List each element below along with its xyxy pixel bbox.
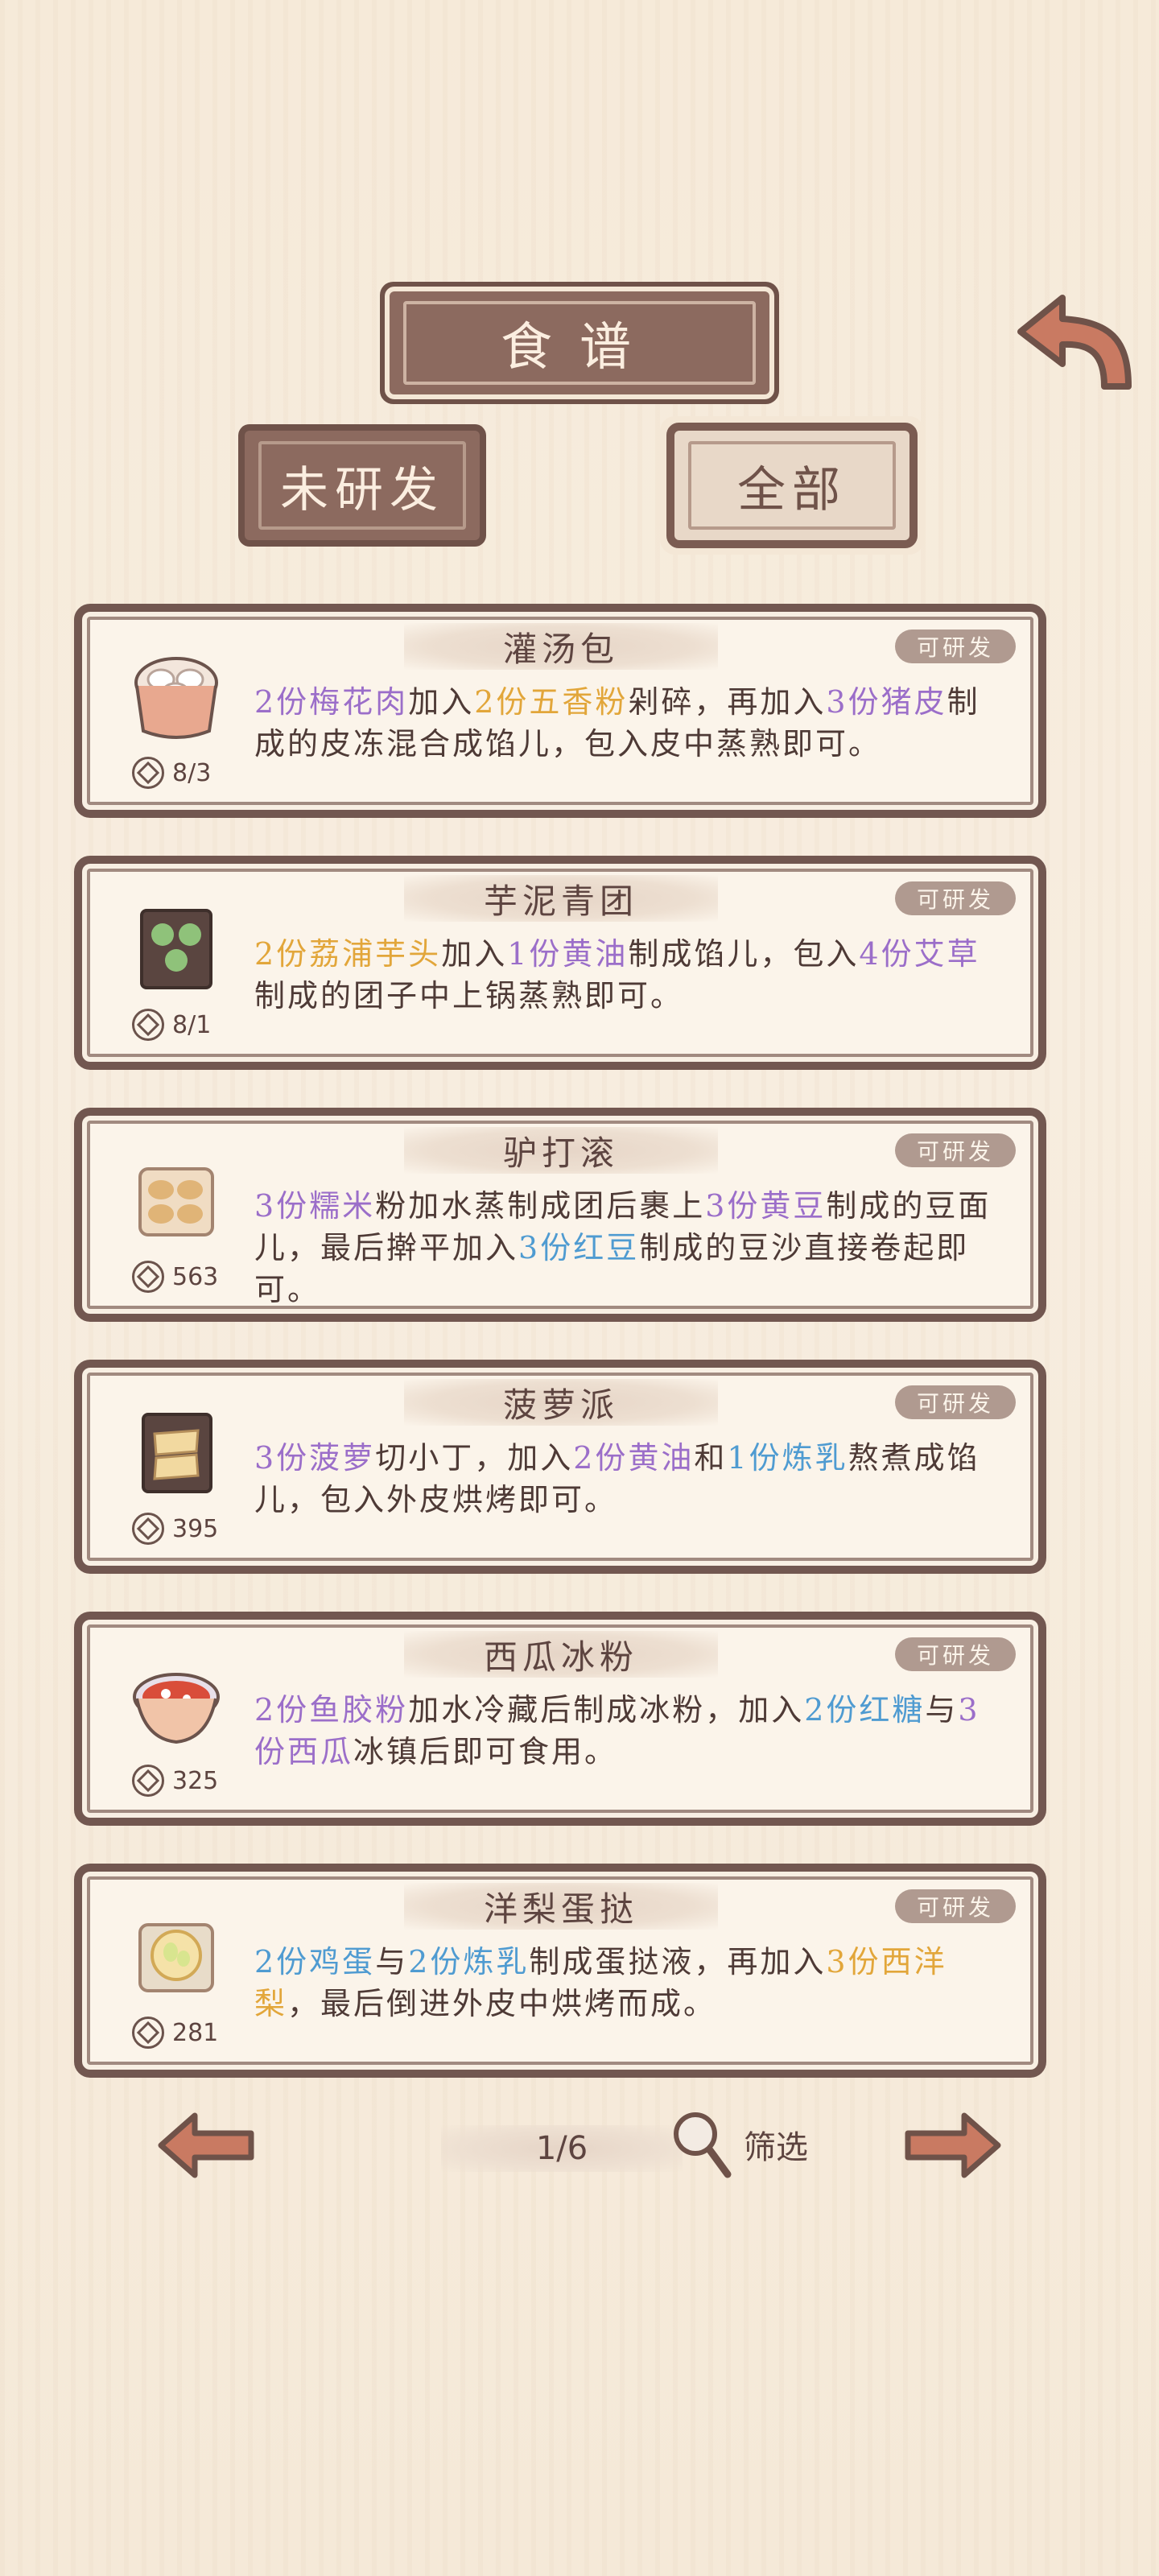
ingredient-text: 2份鸡蛋 [254, 1944, 376, 1979]
page-indicator: 1/6 [441, 2125, 683, 2172]
steamed-bun-basket-icon [134, 657, 218, 739]
description-text: 加水冷藏后制成冰粉，加入 [408, 1692, 805, 1728]
green-rice-ball-plate-icon [140, 909, 212, 989]
recipe-name: 芋泥青团 [404, 875, 718, 922]
description-text: 与 [925, 1692, 959, 1728]
description-text: 与 [375, 1944, 409, 1979]
recipe-card[interactable]: 洋梨蛋挞 可研发 281 2份鸡蛋与2份炼乳制成蛋挞液，再加入3份西洋梨，最后倒进外皮… [74, 1864, 1046, 2078]
recipe-name: 菠萝派 [404, 1379, 718, 1426]
researchable-badge[interactable]: 可研发 [895, 1133, 1016, 1167]
recipe-price: 563 [132, 1257, 218, 1296]
page-title: 食谱 [403, 301, 756, 385]
tab-all-label: 全部 [688, 441, 896, 530]
tab-all[interactable]: 全部 [674, 431, 909, 540]
watermelon-jelly-bowl-icon [133, 1673, 220, 1744]
recipe-price: 325 [132, 1761, 218, 1800]
ingredient-text: 2份荔浦芋头 [254, 936, 442, 972]
description-text: 切小丁，加入 [375, 1440, 574, 1476]
description-text: 冰镇后即可食用。 [353, 1734, 618, 1769]
pear-egg-tart-plate-icon [138, 1923, 214, 1992]
ingredient-text: 2份炼乳 [408, 1944, 530, 1979]
ingredient-text: 2份五香粉 [474, 684, 629, 720]
ingredient-text: 3份黄豆 [705, 1188, 827, 1224]
filter-label: 筛选 [744, 2129, 808, 2166]
researchable-badge[interactable]: 可研发 [895, 630, 1016, 663]
description-text: 加入 [441, 936, 508, 972]
ingredient-text: 1份黄油 [507, 936, 629, 972]
tab-undeveloped[interactable]: 未研发 [245, 431, 480, 540]
price-value: 325 [172, 1766, 219, 1795]
description-text: 制成的团子中上锅蒸熟即可。 [254, 978, 684, 1013]
coin-icon [132, 1261, 164, 1293]
coin-icon [132, 2017, 164, 2049]
researchable-badge[interactable]: 可研发 [895, 1385, 1016, 1419]
ingredient-text: 2份红糖 [804, 1692, 926, 1728]
recipe-description: 2份鸡蛋与2份炼乳制成蛋挞液，再加入3份西洋梨，最后倒进外皮中烘烤而成。 [254, 1941, 1003, 2025]
recipe-description: 2份梅花肉加入2份五香粉剁碎，再加入3份猪皮制成的皮冻混合成馅儿，包入皮中蒸熟即… [254, 681, 1003, 765]
recipe-name: 洋梨蛋挞 [404, 1883, 718, 1930]
ingredient-text: 3份红豆 [518, 1230, 640, 1265]
recipe-name: 灌汤包 [404, 623, 718, 670]
description-text: 制成蛋挞液，再加入 [529, 1944, 827, 1979]
price-value: 8/3 [172, 758, 212, 787]
price-value: 563 [172, 1262, 219, 1291]
recipe-card[interactable]: 芋泥青团 可研发 8/1 2份荔浦芋头加入1份黄油制成馅儿，包入4份艾草制成的团子中上… [74, 856, 1046, 1070]
ingredient-text: 3份猪皮 [826, 684, 947, 720]
prev-page-arrow-icon[interactable] [155, 2109, 259, 2182]
recipe-card[interactable]: 灌汤包 可研发 8/3 2份梅花肉加入2份五香粉剁碎，再加入3份猪皮制成的皮冻混合成馅… [74, 604, 1046, 818]
tab-undeveloped-label: 未研发 [258, 441, 466, 530]
recipe-description: 2份荔浦芋头加入1份黄油制成馅儿，包入4份艾草制成的团子中上锅蒸熟即可。 [254, 933, 1003, 1017]
recipe-description: 3份菠萝切小丁，加入2份黄油和1份炼乳熬煮成馅儿，包入外皮烘烤即可。 [254, 1437, 1003, 1521]
coin-icon [132, 1009, 164, 1041]
coin-icon [132, 1513, 164, 1545]
description-text: 剁碎，再加入 [628, 684, 827, 720]
recipe-price: 8/1 [132, 1005, 211, 1044]
researchable-badge[interactable]: 可研发 [895, 881, 1016, 915]
recipe-description: 2份鱼胶粉加水冷藏后制成冰粉，加入2份红糖与3份西瓜冰镇后即可食用。 [254, 1689, 1003, 1773]
description-text: 加入 [408, 684, 475, 720]
description-text: 和 [694, 1440, 728, 1476]
price-value: 8/1 [172, 1010, 212, 1039]
ingredient-text: 4份艾草 [859, 936, 980, 972]
recipe-name: 驴打滚 [404, 1127, 718, 1174]
coin-icon [132, 1765, 164, 1797]
filter-button[interactable]: 筛选 [670, 2104, 808, 2185]
rolled-bean-cake-icon [138, 1167, 214, 1236]
magnifier-icon [674, 2112, 732, 2178]
ingredient-text: 2份鱼胶粉 [254, 1692, 409, 1728]
recipe-card[interactable]: 菠萝派 可研发 395 3份菠萝切小丁，加入2份黄油和1份炼乳熬煮成馅儿，包入外皮烘烤… [74, 1360, 1046, 1574]
next-page-arrow-icon[interactable] [900, 2109, 1004, 2182]
recipe-card[interactable]: 驴打滚 可研发 563 3份糯米粉加水蒸制成团后裹上3份黄豆制成的豆面儿，最后擀平加入… [74, 1108, 1046, 1322]
coin-icon [132, 757, 164, 789]
back-arrow-icon[interactable] [1014, 290, 1135, 402]
ingredient-text: 2份梅花肉 [254, 684, 409, 720]
ingredient-text: 2份黄油 [573, 1440, 695, 1476]
recipe-card[interactable]: 西瓜冰粉 可研发 325 2份鱼胶粉加水冷藏后制成冰粉，加入2份红糖与3份西瓜冰镇后即… [74, 1612, 1046, 1826]
page-title-plate: 食谱 [390, 291, 769, 394]
researchable-badge[interactable]: 可研发 [895, 1889, 1016, 1923]
recipe-name: 西瓜冰粉 [404, 1631, 718, 1678]
description-text: ，最后倒进外皮中烘烤而成。 [287, 1986, 717, 2021]
price-value: 395 [172, 1514, 219, 1543]
pineapple-pie-plate-icon [142, 1413, 212, 1493]
description-text: 粉加水蒸制成团后裹上 [375, 1188, 706, 1224]
recipe-price: 8/3 [132, 753, 211, 792]
recipe-price: 281 [132, 2013, 218, 2052]
ingredient-text: 3份菠萝 [254, 1440, 376, 1476]
researchable-badge[interactable]: 可研发 [895, 1637, 1016, 1671]
price-value: 281 [172, 2018, 219, 2047]
ingredient-text: 1份炼乳 [727, 1440, 848, 1476]
ingredient-text: 3份糯米 [254, 1188, 376, 1224]
description-text: 制成馅儿，包入 [628, 936, 860, 972]
recipe-description: 3份糯米粉加水蒸制成团后裹上3份黄豆制成的豆面儿，最后擀平加入3份红豆制成的豆沙… [254, 1185, 1003, 1311]
recipe-price: 395 [132, 1509, 218, 1548]
